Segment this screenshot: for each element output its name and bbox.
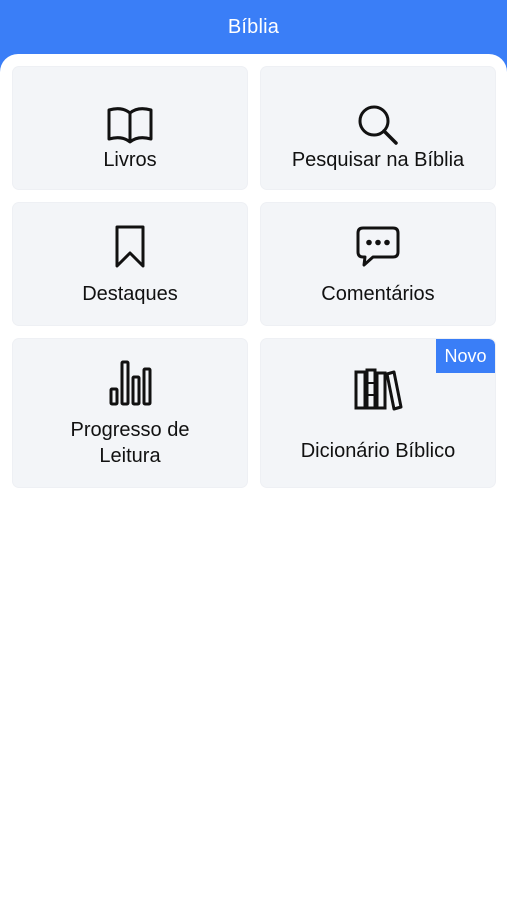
open-book-icon bbox=[107, 107, 153, 144]
menu-card-label-line1: Progresso de bbox=[70, 419, 190, 441]
new-badge: Novo bbox=[436, 339, 495, 373]
menu-card-label: Pesquisar na Bíblia bbox=[291, 149, 465, 171]
menu-card-label: Comentários bbox=[321, 283, 435, 305]
bar-chart-icon bbox=[109, 360, 152, 406]
menu-sheet: Livros Pesquisar na Bíblia Destaques Com… bbox=[0, 54, 507, 900]
comment-bubble-icon bbox=[356, 226, 400, 267]
menu-card-reading-progress[interactable]: Progresso de Leitura bbox=[13, 339, 247, 487]
menu-card-dictionary[interactable]: Dicionário Bíblico Novo bbox=[261, 339, 495, 487]
menu-card-label-line2: Leitura bbox=[99, 445, 161, 467]
page-title: Bíblia bbox=[227, 16, 280, 38]
bookmark-icon bbox=[115, 225, 145, 268]
search-icon bbox=[358, 105, 398, 145]
menu-card-highlights[interactable]: Destaques bbox=[13, 203, 247, 325]
menu-card-livros[interactable]: Livros bbox=[13, 67, 247, 189]
menu-card-label: Destaques bbox=[82, 283, 178, 305]
menu-card-label: Dicionário Bíblico bbox=[300, 440, 456, 462]
menu-card-label: Livros bbox=[103, 149, 157, 171]
menu-card-comments[interactable]: Comentários bbox=[261, 203, 495, 325]
menu-card-search[interactable]: Pesquisar na Bíblia bbox=[261, 67, 495, 189]
books-icon bbox=[354, 368, 403, 411]
